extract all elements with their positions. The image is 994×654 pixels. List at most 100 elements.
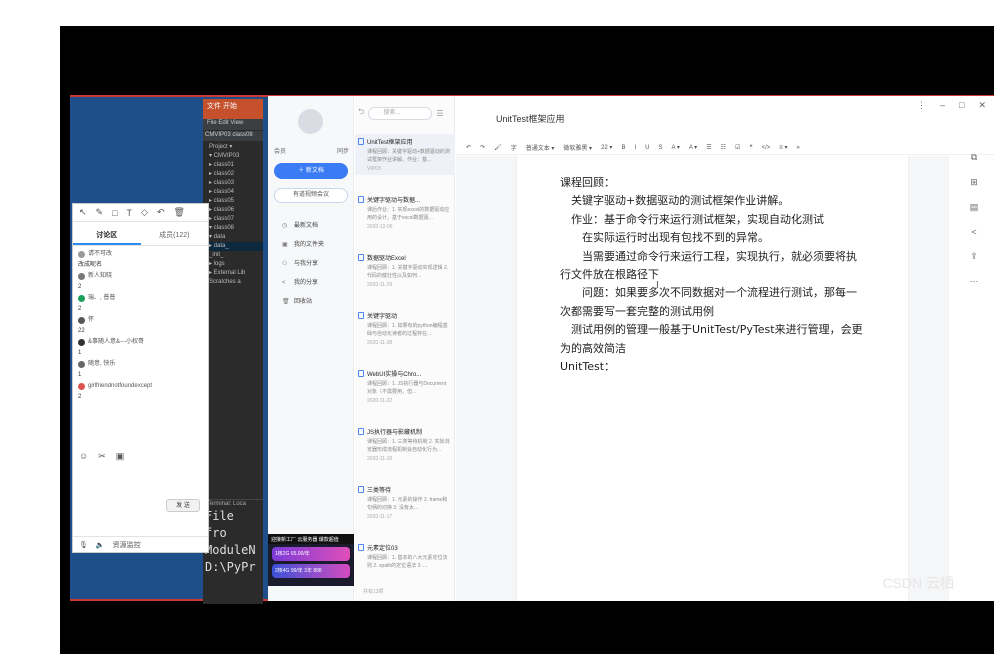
- sender-name[interactable]: 新人知晓: [88, 271, 112, 282]
- sender-name[interactable]: &事随人意&---小权哥: [88, 337, 144, 348]
- toolbar-button[interactable]: ≡ ▾: [779, 144, 787, 151]
- toolbar-button[interactable]: ❝: [749, 144, 752, 151]
- sender-name[interactable]: 请不可改: [88, 249, 112, 260]
- tree-item[interactable]: Project ▾: [209, 143, 263, 152]
- sort-icon[interactable]: ☰: [436, 109, 443, 118]
- toolbar-button[interactable]: B: [621, 145, 625, 151]
- sender-avatar[interactable]: [78, 317, 85, 324]
- pen-icon[interactable]: ✎: [96, 207, 104, 218]
- sender-avatar[interactable]: [78, 251, 85, 258]
- plus-box-icon[interactable]: ⊞: [970, 177, 978, 188]
- tree-item[interactable]: ▸ class01: [209, 161, 263, 170]
- sender-avatar[interactable]: [78, 295, 85, 302]
- sender-name[interactable]: 怀: [88, 315, 94, 326]
- tree-item[interactable]: Scratches a: [209, 278, 263, 287]
- wps-file-tab[interactable]: 文件: [207, 103, 221, 110]
- close-icon[interactable]: ✕: [978, 100, 986, 111]
- toolbar-button[interactable]: »: [796, 145, 799, 151]
- maximize-icon[interactable]: □: [959, 100, 964, 111]
- emoji-icon[interactable]: ☺: [79, 451, 88, 462]
- pycharm-menu-bar[interactable]: File Edit View: [203, 119, 263, 130]
- sender-avatar[interactable]: [78, 339, 85, 346]
- sender-avatar[interactable]: [78, 361, 85, 368]
- new-doc-button[interactable]: ＋ 新文档: [274, 163, 348, 179]
- wps-home-tab[interactable]: 开始: [223, 103, 237, 110]
- list-item[interactable]: JS执行器与影藏机制 课程回顾：1. 三类等待机制 2. 实际浏览器形成流程机制会…: [355, 424, 455, 465]
- avatar[interactable]: [298, 109, 323, 134]
- list-item[interactable]: 关键字驱动与数据... 课后作业：1. 实现excel的数据驱动应用的设计，基于e…: [355, 192, 455, 233]
- sender-avatar[interactable]: [78, 273, 85, 280]
- toolbar-button[interactable]: S: [658, 145, 662, 151]
- more-icon[interactable]: ⋯: [970, 276, 979, 287]
- tree-item[interactable]: ▾ data: [209, 233, 263, 242]
- tree-item[interactable]: _init_: [209, 251, 263, 260]
- vip-link[interactable]: 会员: [274, 146, 286, 155]
- list-item[interactable]: UnitTest框架应用 课程回顾：关键字驱动+数据驱动的测试框架作业讲解。作业：…: [355, 134, 455, 175]
- delete-icon[interactable]: 🗑: [174, 207, 185, 218]
- share-icon[interactable]: <: [971, 227, 976, 237]
- page-title[interactable]: UnitTest框架应用: [496, 112, 565, 125]
- sender-name[interactable]: 瑞、, 普普: [88, 293, 115, 304]
- resource-monitor-label[interactable]: 资源监控: [113, 540, 141, 550]
- tab-discussion[interactable]: 讨论区: [73, 226, 141, 245]
- tree-item[interactable]: ▾ CMVIP03: [209, 152, 263, 161]
- tree-item[interactable]: ▸ class03: [209, 179, 263, 188]
- tree-item[interactable]: ▸ class04: [209, 188, 263, 197]
- more-menu-icon[interactable]: ⋮: [917, 100, 926, 111]
- toolbar-button[interactable]: A ▾: [689, 144, 697, 151]
- toolbar-button[interactable]: I: [634, 145, 636, 151]
- toolbar-button[interactable]: 🖌: [494, 144, 502, 151]
- tab-members[interactable]: 成员(122): [141, 226, 209, 245]
- speaker-icon[interactable]: 🔈: [96, 541, 105, 549]
- toolbar-button[interactable]: A ▾: [671, 144, 679, 151]
- toolbar-button[interactable]: 字: [511, 143, 517, 152]
- tree-item[interactable]: ▸ External Lib: [209, 269, 263, 278]
- minimize-icon[interactable]: –: [940, 100, 945, 111]
- promo-banner[interactable]: 迎接新工厂 云服务器 爆款超值 1核2G 65.00/年 2核4G 99/年 3…: [268, 534, 354, 586]
- list-item[interactable]: WebUI实操与Chro... 课程回顾：1. JS执行器与Document对象（…: [355, 366, 455, 407]
- toolbar-button[interactable]: 普通文本 ▾: [526, 143, 555, 152]
- sidebar-item[interactable]: ◷ 最新文档: [282, 217, 324, 236]
- toolbar-button[interactable]: ☷: [721, 144, 726, 151]
- list-item[interactable]: 三类等待 课程回顾：1. 元素的操作 2. frame和句柄的切换 3. 没有太.…: [355, 482, 455, 523]
- document-body[interactable]: 课程回顾： 关键字驱动+数据驱动的测试框架作业讲解。 作业：基于命令行来运行测试…: [560, 174, 865, 376]
- tree-item[interactable]: ▸ class02: [209, 170, 263, 179]
- copy-icon[interactable]: ⧉: [971, 152, 977, 163]
- rectangle-icon[interactable]: □: [112, 208, 117, 218]
- eraser-icon[interactable]: ◇: [141, 207, 148, 218]
- sender-name[interactable]: girlfriendnotfoundexcept: [88, 381, 152, 392]
- sidebar-item[interactable]: 🗑 回收站: [282, 293, 324, 312]
- pointer-icon[interactable]: ↖: [79, 207, 87, 218]
- tree-item[interactable]: ▸ class06: [209, 206, 263, 215]
- mic-icon[interactable]: 🎙: [79, 541, 88, 549]
- toolbar-button[interactable]: ☰: [706, 144, 711, 151]
- sender-name[interactable]: 随意, 快乐: [88, 359, 115, 370]
- list-item[interactable]: 关键字驱动 课程回顾：1. 如果有的python编程基础与自动化读者的过程存在..…: [355, 308, 455, 349]
- sidebar-item[interactable]: < 我的分享: [282, 274, 324, 293]
- doc-icon[interactable]: ▤: [970, 202, 979, 213]
- toolbar-button[interactable]: 微软雅黑 ▾: [563, 143, 592, 152]
- toolbar-button[interactable]: ↷: [480, 144, 485, 151]
- undo-icon[interactable]: ↶: [157, 207, 165, 218]
- video-meeting-button[interactable]: 有道视频会议: [274, 188, 348, 203]
- tree-item[interactable]: ▸ data_: [209, 242, 263, 251]
- search-input[interactable]: 搜索...: [368, 106, 433, 120]
- image-icon[interactable]: ▣: [116, 451, 125, 462]
- toolbar-button[interactable]: </>: [762, 145, 771, 151]
- sidebar-item[interactable]: ▣ 我的文件夹: [282, 236, 324, 255]
- terminal-tabs[interactable]: Terminal: Loca: [203, 499, 263, 508]
- sync-link[interactable]: 同步: [337, 146, 349, 155]
- tree-item[interactable]: ▸ logs: [209, 260, 263, 269]
- sender-avatar[interactable]: [78, 383, 85, 390]
- toolbar-button[interactable]: ☑: [735, 144, 740, 151]
- text-icon[interactable]: T: [127, 208, 133, 218]
- back-icon[interactable]: ⮌: [358, 106, 364, 120]
- list-item[interactable]: 元素定位03 课程回顾：1. 基本的八大元素定位法则 2. xpath的定位语法 …: [355, 540, 455, 575]
- tree-item[interactable]: ▾ class08: [209, 224, 263, 233]
- tree-item[interactable]: ▸ class05: [209, 197, 263, 206]
- tree-item[interactable]: ▸ class07: [209, 215, 263, 224]
- toolbar-button[interactable]: 22 ▾: [601, 144, 612, 151]
- toolbar-button[interactable]: ↶: [466, 144, 471, 151]
- list-item[interactable]: 数据驱动Excel 课程回顾：1. 关键字驱动实现逻辑 2. 代码的健壮性以及如何…: [355, 250, 455, 291]
- send-button[interactable]: 发 送: [166, 499, 200, 512]
